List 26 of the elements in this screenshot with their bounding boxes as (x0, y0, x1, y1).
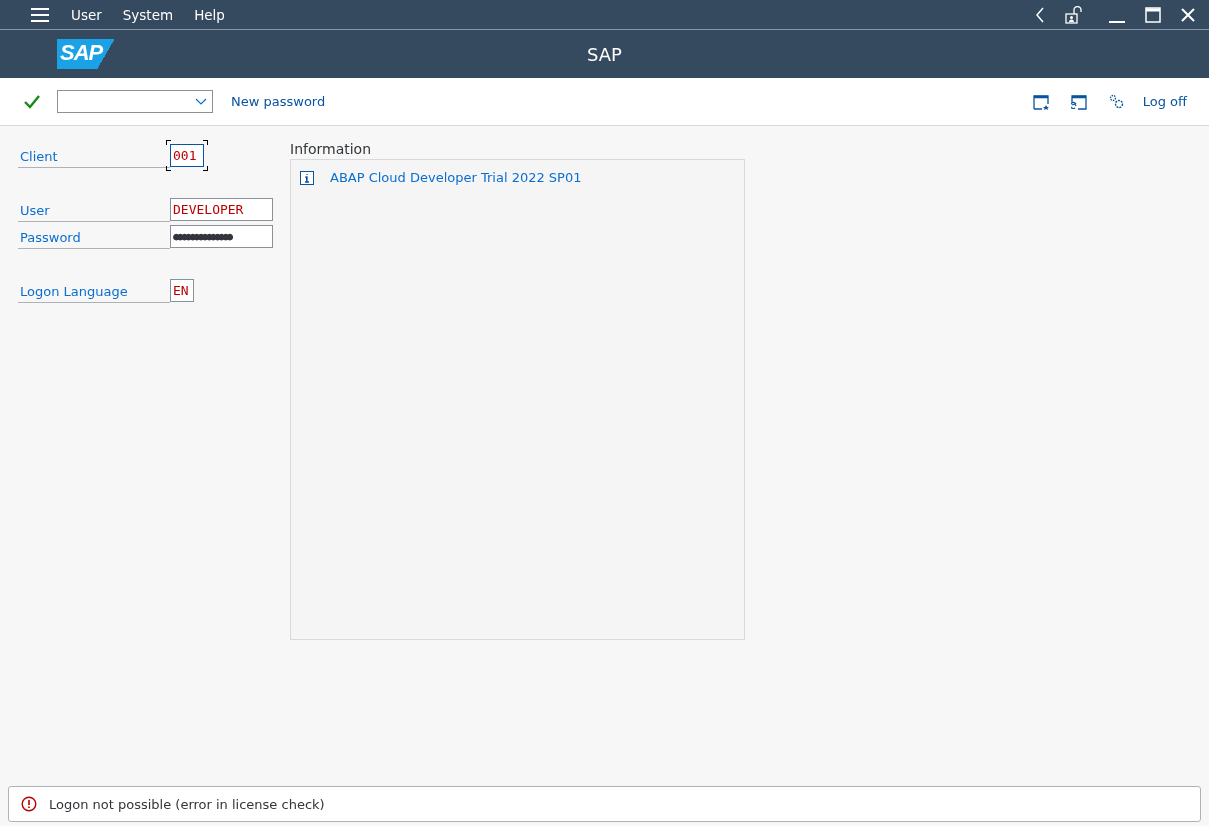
command-field[interactable] (57, 90, 213, 113)
input-field[interactable]: DEVELOPER (170, 198, 273, 221)
section-title: Information (290, 141, 373, 157)
maximize-icon[interactable] (1145, 6, 1161, 23)
info-icon (300, 170, 314, 185)
menu-item[interactable]: User (71, 6, 102, 23)
padlock-icon[interactable] (1065, 5, 1083, 24)
window-arrow-icon[interactable] (1070, 93, 1087, 110)
close-icon[interactable] (1181, 7, 1195, 22)
password-field[interactable]: ●●●●●●●●●●●●●● (170, 225, 273, 248)
menu-item[interactable]: System (122, 6, 174, 23)
checkmark-icon[interactable] (24, 94, 40, 109)
new-password-button[interactable]: New password (231, 94, 326, 109)
input-field[interactable]: 001 (170, 144, 204, 167)
chevron-down-icon[interactable] (195, 98, 207, 105)
header-title: SAP (587, 43, 622, 65)
back-icon[interactable] (1035, 6, 1045, 23)
log-off-button[interactable]: Log off (1142, 94, 1187, 109)
gears-icon[interactable] (1108, 93, 1125, 110)
menu-icon[interactable] (31, 7, 49, 22)
status-message: Logon not possible (error in license check) (49, 796, 325, 812)
info-message: ABAP Cloud Developer Trial 2022 SP01 (330, 170, 582, 185)
error-icon (21, 796, 37, 812)
window-star-icon[interactable] (1032, 93, 1049, 110)
input-field[interactable]: EN (170, 279, 194, 302)
menu-item[interactable]: Help (194, 6, 225, 23)
